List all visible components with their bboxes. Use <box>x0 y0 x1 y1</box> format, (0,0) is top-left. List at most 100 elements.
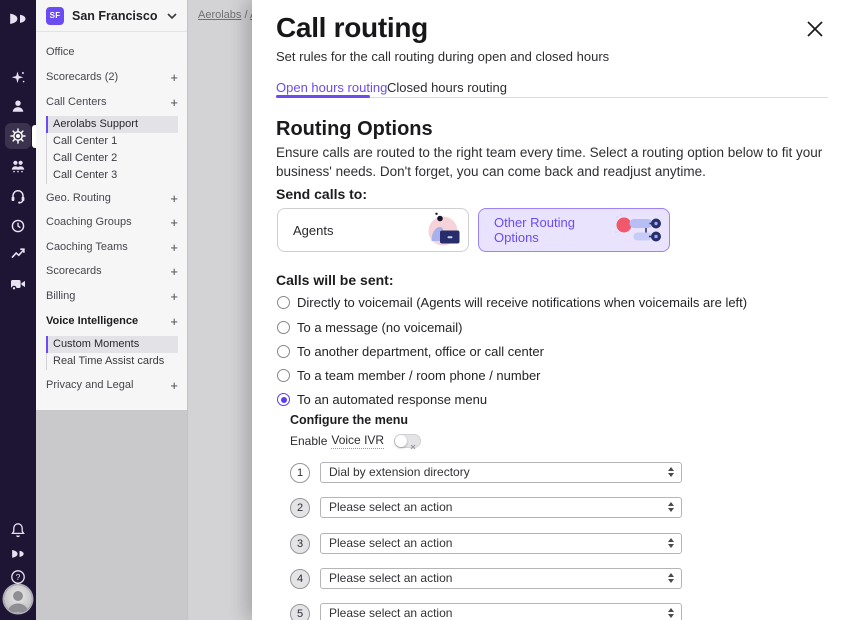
expand-icon: + <box>170 263 178 280</box>
tab-closed-hours-routing[interactable]: Closed hours routing <box>387 80 507 95</box>
other-routing-illustration-icon <box>613 212 663 248</box>
analytics-icon[interactable] <box>0 243 36 263</box>
expand-icon: + <box>170 377 178 394</box>
toggle-off-x-icon <box>410 439 416 453</box>
brand-mark-icon[interactable] <box>0 544 36 564</box>
sidebar-subitem-custom-moments[interactable]: Custom Moments <box>46 336 178 353</box>
tab-open-hours-routing[interactable]: Open hours routing <box>276 80 387 95</box>
radio-icon <box>277 345 290 358</box>
sidebar-subitem-call-center-2[interactable]: Call Center 2 <box>46 150 178 167</box>
select-spinner-icon <box>668 467 674 477</box>
action-select-5[interactable]: Please select an action <box>320 603 682 620</box>
menu-key-1: 1 <box>290 463 310 483</box>
radio-automated-response-menu[interactable]: To an automated response menu <box>277 392 487 407</box>
action-select-3[interactable]: Please select an action <box>320 533 682 554</box>
menu-key-4: 4 <box>290 569 310 589</box>
voice-ivr-term[interactable]: Voice IVR <box>331 433 384 449</box>
sidebar-item-coaching-teams[interactable]: Caoching Teams+ <box>36 239 187 256</box>
routing-card-agents[interactable]: Agents <box>277 208 469 252</box>
ivr-menu-row-3: 3 Please select an action <box>290 533 682 554</box>
modal-subtitle: Set rules for the call routing during op… <box>276 49 609 64</box>
routing-options-heading: Routing Options <box>276 118 433 141</box>
expand-icon: + <box>170 239 178 256</box>
workspace-switcher[interactable]: SF San Francisco <box>36 0 187 32</box>
select-spinner-icon <box>668 538 674 548</box>
menu-key-3: 3 <box>290 534 310 554</box>
help-icon[interactable]: ? <box>0 567 36 587</box>
call-routing-modal: Call routing Set rules for the call rout… <box>252 0 850 620</box>
expand-icon: + <box>170 94 178 111</box>
menu-key-5: 5 <box>290 604 310 620</box>
radio-icon <box>277 321 290 334</box>
sidebar-item-scorecards-2[interactable]: Scorecards (2)+ <box>36 69 187 86</box>
radio-icon <box>277 296 290 309</box>
breadcrumb-link-aerolabs[interactable]: Aerolabs <box>198 9 241 21</box>
sidebar-subitem-call-center-3[interactable]: Call Center 3 <box>46 167 178 184</box>
ivr-menu-row-4: 4 Please select an action <box>290 568 682 589</box>
admin-sidebar: SF San Francisco Office Scorecards (2)+ … <box>36 0 188 620</box>
expand-icon: + <box>170 190 178 207</box>
select-spinner-icon <box>668 502 674 512</box>
expand-icon: + <box>170 214 178 231</box>
expand-icon: + <box>170 313 178 330</box>
sidebar-subitem-real-time-assist-cards[interactable]: Real Time Assist cards <box>46 353 178 370</box>
contacts-icon[interactable] <box>0 96 36 116</box>
select-spinner-icon <box>668 573 674 583</box>
sidebar-item-geo-routing[interactable]: Geo. Routing+ <box>36 190 187 207</box>
modal-title: Call routing <box>276 12 428 44</box>
ivr-menu-row-1: 1 Dial by extension directory <box>290 462 682 483</box>
routing-card-other-options[interactable]: Other Routing Options <box>478 208 670 252</box>
breadcrumb-separator: / <box>241 9 250 21</box>
configure-menu-heading: Configure the menu <box>290 413 408 427</box>
radio-selected-icon <box>277 393 290 406</box>
ivr-menu-row-5: 5 Please select an action <box>290 603 682 620</box>
toggle-knob <box>395 435 407 447</box>
routing-card-agents-label: Agents <box>278 223 416 238</box>
agent-groups-icon[interactable] <box>0 156 36 176</box>
radio-another-department[interactable]: To another department, office or call ce… <box>277 344 544 359</box>
workspace-name: San Francisco <box>72 9 159 23</box>
notifications-icon[interactable] <box>0 520 36 540</box>
sidebar-item-coaching-groups[interactable]: Coaching Groups+ <box>36 214 187 231</box>
sidebar-item-voice-intelligence[interactable]: Voice Intelligence+ <box>36 313 187 330</box>
user-avatar[interactable] <box>4 585 32 613</box>
settings-icon[interactable] <box>5 123 31 149</box>
call-history-icon[interactable] <box>0 216 36 236</box>
send-calls-to-label: Send calls to: <box>276 186 367 202</box>
agents-illustration-icon <box>416 210 462 250</box>
headset-icon[interactable] <box>0 186 36 206</box>
routing-options-description: Ensure calls are routed to the right tea… <box>276 143 832 181</box>
voice-ivr-toggle[interactable] <box>394 434 421 448</box>
dialpad-logo-icon[interactable] <box>0 9 36 29</box>
radio-team-member[interactable]: To a team member / room phone / number <box>277 368 541 383</box>
sidebar-item-scorecards[interactable]: Scorecards+ <box>36 263 187 280</box>
radio-directly-to-voicemail[interactable]: Directly to voicemail (Agents will recei… <box>277 295 747 310</box>
app-screen: ? SF San Francisco Office Scorecards (2)… <box>0 0 850 620</box>
help-glyph: ? <box>16 572 21 582</box>
chevron-down-icon <box>167 13 177 19</box>
sidebar-item-office[interactable]: Office <box>36 44 187 61</box>
dimmed-backdrop: Aerolabs / Adm <box>188 0 252 620</box>
ivr-menu-row-2: 2 Please select an action <box>290 497 682 518</box>
sidebar-subitem-call-center-1[interactable]: Call Center 1 <box>46 133 178 150</box>
sidebar-item-call-centers[interactable]: Call Centers+ <box>36 94 187 111</box>
action-select-4[interactable]: Please select an action <box>320 568 682 589</box>
action-select-1[interactable]: Dial by extension directory <box>320 462 682 483</box>
enable-label: Enable <box>290 434 327 448</box>
workspace-badge: SF <box>46 7 64 25</box>
close-icon[interactable] <box>806 20 824 38</box>
calls-will-be-sent-label: Calls will be sent: <box>276 272 393 288</box>
radio-icon <box>277 369 290 382</box>
sidebar-item-billing[interactable]: Billing+ <box>36 288 187 305</box>
action-select-2[interactable]: Please select an action <box>320 497 682 518</box>
routing-card-other-options-label: Other Routing Options <box>479 215 613 245</box>
sidebar-item-privacy-and-legal[interactable]: Privacy and Legal+ <box>36 377 187 394</box>
sidebar-subitem-aerolabs-support[interactable]: Aerolabs Support <box>46 116 178 133</box>
app-rail: ? <box>0 0 36 620</box>
ai-sparkles-icon[interactable] <box>0 68 36 88</box>
select-spinner-icon <box>668 608 674 618</box>
radio-to-a-message[interactable]: To a message (no voicemail) <box>277 320 462 335</box>
enable-voice-ivr-row: Enable Voice IVR <box>290 433 421 449</box>
meetings-icon[interactable] <box>0 274 36 294</box>
expand-icon: + <box>170 288 178 305</box>
